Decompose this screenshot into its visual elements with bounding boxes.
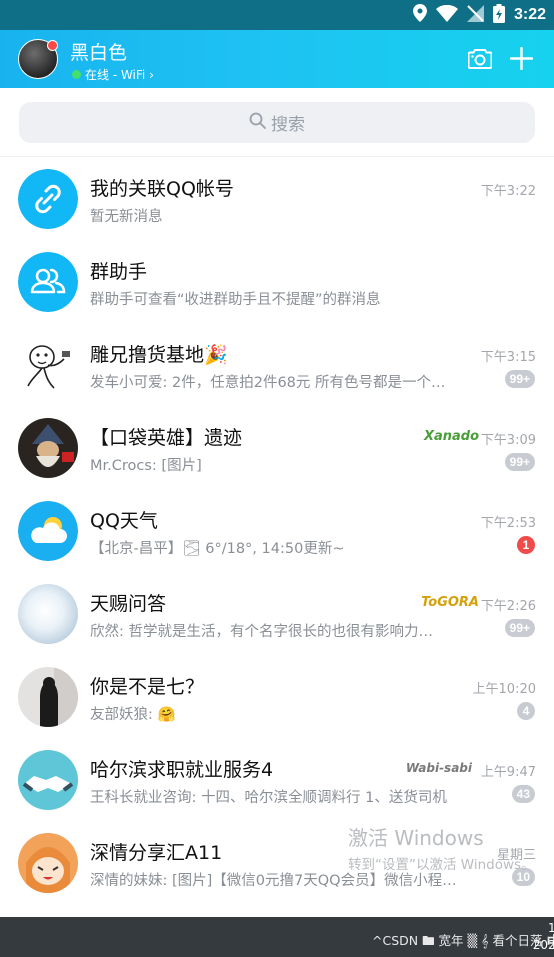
clock-time: 15:2 <box>548 921 554 935</box>
anime-avatar <box>18 833 78 893</box>
conversation-message: 群助手可查看“收进群助手且不提醒”的群消息 <box>90 292 381 308</box>
conversation-time: 下午2:53 <box>480 516 536 531</box>
windows-activation-watermark: 激活 Windows 转到“设置”以激活 Windows。 <box>348 822 535 873</box>
conversation-item[interactable]: 群助手 群助手可查看“收进群助手且不提醒”的群消息 <box>0 241 554 324</box>
conversation-message: 友部妖狼: 🤗 <box>90 707 176 723</box>
cartoon-avatar <box>18 335 78 395</box>
conversation-name: 天赐问答 <box>90 593 167 615</box>
watermark-subtitle: 转到“设置”以激活 Windows。 <box>348 857 535 873</box>
handshake-avatar <box>18 750 78 810</box>
conversation-time: 下午3:22 <box>480 184 536 199</box>
photo-avatar <box>18 667 78 727</box>
location-icon <box>412 4 427 26</box>
online-dot-icon <box>72 70 81 79</box>
status-icons: 3:22 <box>412 0 546 30</box>
search-placeholder: 搜索 <box>271 115 305 135</box>
battery-charging-icon <box>492 3 505 27</box>
clock-date: 2021/1 <box>532 938 554 952</box>
title-badge-logo: ToGORA <box>421 595 479 610</box>
conversation-time: 下午2:26 <box>480 599 536 614</box>
status-bar: 3:22 <box>0 0 554 30</box>
conversation-item[interactable]: 你是不是七？ 友部妖狼: 🤗 上午10:20 4 <box>0 656 554 739</box>
unread-badge: 4 <box>517 702 535 720</box>
conversation-list: 我的关联QQ帐号 暂无新消息 下午3:22 群助手 群助手可查看“收进群助手且不… <box>0 158 554 905</box>
conversation-message: 【北京-昌平】🌫 6°/18°, 14:50更新~ <box>90 541 345 557</box>
watermark-title: 激活 Windows <box>348 826 484 850</box>
conversation-name: 你是不是七？ <box>90 676 205 698</box>
camera-icon[interactable] <box>467 48 493 73</box>
unread-badge: 43 <box>511 785 535 803</box>
group-icon <box>18 252 78 312</box>
unread-badge: 99+ <box>504 453 535 471</box>
unread-badge: 1 <box>517 536 535 554</box>
conversation-item[interactable]: 哈尔滨求职就业服务4 王科长就业咨询: 十四、哈尔滨全顺调料行 1、送货司机 W… <box>0 739 554 822</box>
link-icon <box>18 169 78 229</box>
title-badge-logo: Wabi-sabi <box>405 761 472 775</box>
conversation-name: 群助手 <box>90 261 148 283</box>
title-badge-logo: Xanado <box>423 429 479 444</box>
windows-taskbar: ^CSDN 🖿 宽年 ▒ 𝄞 看个日落 中 15:2 2021/1 <box>0 917 554 957</box>
app-header: 黑白色 在线 - WiFi › <box>0 30 554 88</box>
unread-badge: 99+ <box>504 370 535 388</box>
conversation-item[interactable]: 雕兄撸货基地🎉 发车小可爱: 2件，任意拍2件68元 所有色号都是一个… 下午3… <box>0 324 554 407</box>
conversation-message: 王科长就业咨询: 十四、哈尔滨全顺调料行 1、送货司机 <box>90 790 447 806</box>
conversation-item[interactable]: 我的关联QQ帐号 暂无新消息 下午3:22 <box>0 158 554 241</box>
conversation-time: 上午10:20 <box>472 682 536 697</box>
no-signal-icon <box>466 4 484 26</box>
weather-icon <box>18 501 78 561</box>
conversation-name: 我的关联QQ帐号 <box>90 178 234 200</box>
conversation-name: 雕兄撸货基地🎉 <box>90 344 228 366</box>
taskbar-clock[interactable]: 15:2 2021/1 <box>515 920 554 954</box>
wifi-icon <box>435 4 458 26</box>
search-bar[interactable]: 搜索 <box>19 102 535 143</box>
conversation-time: 下午3:09 <box>480 433 536 448</box>
conversation-name: QQ天气 <box>90 510 158 532</box>
online-status[interactable]: 在线 - WiFi › <box>72 66 154 83</box>
conversation-time: 上午9:47 <box>480 765 536 780</box>
conversation-item[interactable]: 【口袋英雄】遗迹 Mr.Crocs: [图片] Xanado 下午3:09 99… <box>0 407 554 490</box>
conversation-name: 哈尔滨求职就业服务4 <box>90 759 274 781</box>
notification-dot <box>47 40 58 51</box>
online-status-label: 在线 - WiFi › <box>85 68 154 82</box>
search-icon <box>249 112 266 134</box>
game-avatar <box>18 418 78 478</box>
conversation-item[interactable]: QQ天气 【北京-昌平】🌫 6°/18°, 14:50更新~ 下午2:53 1 <box>0 490 554 573</box>
conversation-name: 【口袋英雄】遗迹 <box>90 427 243 449</box>
conversation-name: 深情分享汇A11 <box>90 842 223 864</box>
conversation-message: 欣然: 哲学就是生活，有个名字很长的也很有影响力… <box>90 624 433 640</box>
divider <box>0 156 554 157</box>
plus-icon[interactable] <box>509 46 534 74</box>
conversation-message: 暂无新消息 <box>90 209 163 225</box>
conversation-item[interactable]: 天赐问答 欣然: 哲学就是生活，有个名字很长的也很有影响力… ToGORA 下午… <box>0 573 554 656</box>
conversation-time: 下午3:15 <box>480 350 536 365</box>
light-avatar <box>18 584 78 644</box>
user-name[interactable]: 黑白色 <box>70 38 127 65</box>
conversation-message: 发车小可爱: 2件，任意拍2件68元 所有色号都是一个… <box>90 375 446 391</box>
conversation-message: Mr.Crocs: [图片] <box>90 458 202 474</box>
status-time: 3:22 <box>513 6 546 23</box>
unread-badge: 99+ <box>504 619 535 637</box>
